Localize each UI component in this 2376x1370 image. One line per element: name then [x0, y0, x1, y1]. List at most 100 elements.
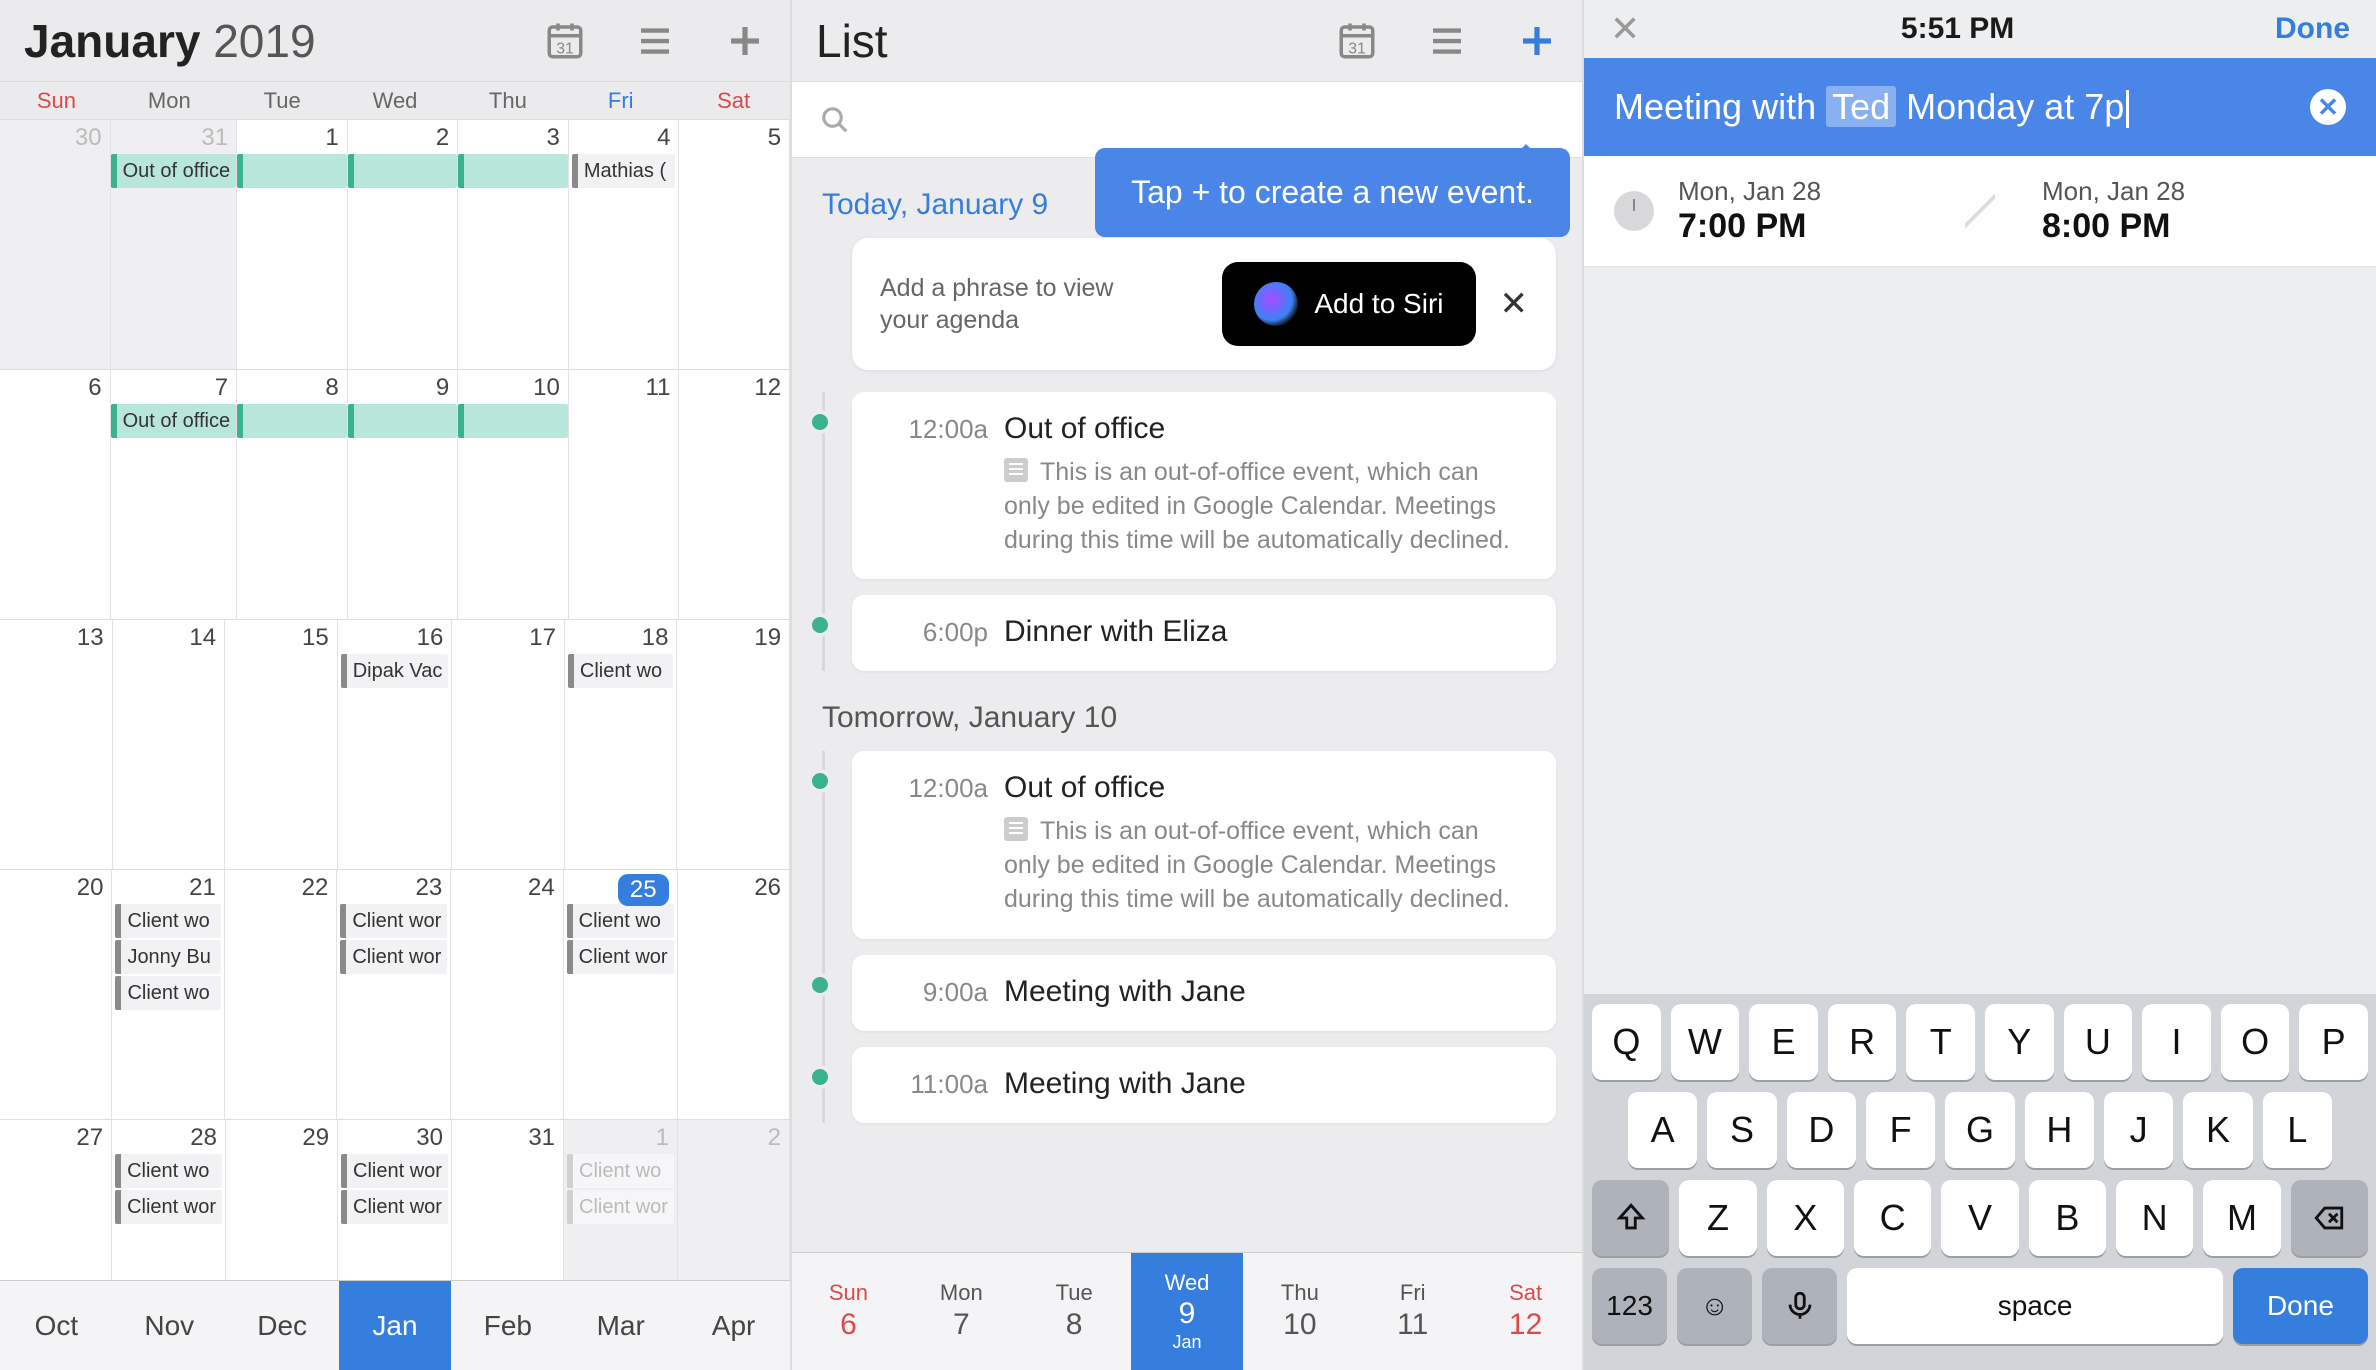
day-cell[interactable]: 16Dipak Vac	[338, 620, 453, 869]
event-chip[interactable]: Client wor	[115, 1190, 222, 1224]
event-dates[interactable]: Mon, Jan 28 7:00 PM Mon, Jan 28 8:00 PM	[1584, 156, 2376, 267]
keyboard-done-key[interactable]: Done	[2233, 1268, 2368, 1344]
weekbar-day[interactable]: Sun6	[792, 1253, 905, 1370]
space-key[interactable]: space	[1847, 1268, 2223, 1344]
weekbar-day[interactable]: Wed9Jan	[1131, 1253, 1244, 1370]
day-cell[interactable]: 1	[237, 120, 348, 369]
event-chip[interactable]: Client wo	[567, 904, 674, 938]
month-tab[interactable]: Nov	[113, 1281, 226, 1370]
backspace-key[interactable]	[2291, 1180, 2368, 1256]
day-cell[interactable]: 9	[348, 370, 459, 619]
day-cell[interactable]: 6	[0, 370, 111, 619]
day-cell[interactable]: 20	[0, 870, 112, 1119]
day-cell[interactable]: 4Mathias (	[569, 120, 680, 369]
month-tab[interactable]: Feb	[451, 1281, 564, 1370]
event-card[interactable]: 9:00a Meeting with Jane	[852, 955, 1556, 1031]
day-cell[interactable]: 21Client woJonny BuClient wo	[112, 870, 224, 1119]
key-g[interactable]: G	[1945, 1092, 2014, 1168]
menu-icon[interactable]	[634, 20, 676, 62]
month-tab[interactable]: Jan	[339, 1281, 452, 1370]
event-card[interactable]: 12:00a Out of officeThis is an out-of-of…	[852, 392, 1556, 579]
end-datetime[interactable]: Mon, Jan 28 8:00 PM	[1982, 176, 2346, 246]
event-chip[interactable]: Client wor	[567, 940, 674, 974]
key-x[interactable]: X	[1767, 1180, 1844, 1256]
emoji-key[interactable]: ☺	[1677, 1268, 1752, 1344]
start-datetime[interactable]: Mon, Jan 28 7:00 PM	[1678, 176, 1982, 246]
event-chip[interactable]: Dipak Vac	[341, 654, 449, 688]
event-card[interactable]: 12:00a Out of officeThis is an out-of-of…	[852, 751, 1556, 938]
add-to-siri-button[interactable]: Add to Siri	[1222, 262, 1475, 346]
month-bar[interactable]: OctNovDecJanFebMarApr	[0, 1280, 790, 1370]
key-l[interactable]: L	[2263, 1092, 2332, 1168]
key-f[interactable]: F	[1866, 1092, 1935, 1168]
day-cell[interactable]: 31Out of office	[111, 120, 237, 369]
key-u[interactable]: U	[2064, 1004, 2133, 1080]
add-icon[interactable]	[1516, 20, 1558, 62]
close-icon[interactable]: ✕	[1610, 8, 1640, 50]
shift-key[interactable]	[1592, 1180, 1669, 1256]
event-chip[interactable]	[237, 404, 347, 438]
event-chip[interactable]: Client wor	[340, 940, 447, 974]
day-cell[interactable]: 5	[679, 120, 790, 369]
day-cell[interactable]: 25Client woClient wor	[564, 870, 678, 1119]
month-tab[interactable]: Mar	[564, 1281, 677, 1370]
key-v[interactable]: V	[1941, 1180, 2018, 1256]
key-s[interactable]: S	[1707, 1092, 1776, 1168]
today-icon[interactable]: 31	[1336, 20, 1378, 62]
key-h[interactable]: H	[2025, 1092, 2094, 1168]
event-chip[interactable]	[458, 154, 568, 188]
month-tab[interactable]: Dec	[226, 1281, 339, 1370]
key-r[interactable]: R	[1828, 1004, 1897, 1080]
event-chip[interactable]: Client wor	[567, 1190, 674, 1224]
day-cell[interactable]: 12	[679, 370, 790, 619]
event-chip[interactable]: Client wo	[567, 1154, 674, 1188]
week-bar[interactable]: Sun6Mon7Tue8Wed9JanThu10Fri11Sat12	[792, 1252, 1582, 1370]
event-chip[interactable]	[237, 154, 347, 188]
search-input[interactable]	[792, 82, 1582, 158]
day-cell[interactable]: 7Out of office	[111, 370, 237, 619]
event-chip[interactable]	[348, 404, 458, 438]
event-chip[interactable]: Jonny Bu	[115, 940, 220, 974]
month-tab[interactable]: Oct	[0, 1281, 113, 1370]
key-m[interactable]: M	[2203, 1180, 2280, 1256]
key-n[interactable]: N	[2116, 1180, 2193, 1256]
day-cell[interactable]: 23Client worClient wor	[337, 870, 451, 1119]
weekbar-day[interactable]: Fri11	[1356, 1253, 1469, 1370]
menu-icon[interactable]	[1426, 20, 1468, 62]
day-cell[interactable]: 18Client wo	[565, 620, 678, 869]
day-cell[interactable]: 14	[113, 620, 226, 869]
day-cell[interactable]: 19	[677, 620, 790, 869]
key-b[interactable]: B	[2029, 1180, 2106, 1256]
key-z[interactable]: Z	[1679, 1180, 1756, 1256]
mic-key[interactable]	[1762, 1268, 1837, 1344]
day-cell[interactable]: 13	[0, 620, 113, 869]
day-cell[interactable]: 22	[225, 870, 337, 1119]
numbers-key[interactable]: 123	[1592, 1268, 1667, 1344]
key-c[interactable]: C	[1854, 1180, 1931, 1256]
event-chip[interactable]: Client wor	[340, 904, 447, 938]
key-p[interactable]: P	[2299, 1004, 2368, 1080]
key-k[interactable]: K	[2183, 1092, 2252, 1168]
today-icon[interactable]: 31	[544, 20, 586, 62]
keyboard[interactable]: QWERTYUIOP ASDFGHJKL ZXCVBNM 123☺spaceDo…	[1584, 994, 2376, 1370]
day-cell[interactable]: 17	[452, 620, 565, 869]
day-cell[interactable]: 30	[0, 120, 111, 369]
day-cell[interactable]: 8	[237, 370, 348, 619]
key-q[interactable]: Q	[1592, 1004, 1661, 1080]
event-chip[interactable]: Client wor	[341, 1154, 448, 1188]
event-chip[interactable]: Mathias (	[572, 154, 676, 188]
event-chip[interactable]: Client wo	[115, 1154, 222, 1188]
weekbar-day[interactable]: Sat12	[1469, 1253, 1582, 1370]
key-t[interactable]: T	[1906, 1004, 1975, 1080]
event-chip[interactable]: Out of office	[111, 404, 236, 438]
day-cell[interactable]: 15	[225, 620, 338, 869]
key-e[interactable]: E	[1749, 1004, 1818, 1080]
event-chip[interactable]	[458, 404, 568, 438]
add-icon[interactable]	[724, 20, 766, 62]
day-cell[interactable]: 10	[458, 370, 569, 619]
done-button[interactable]: Done	[2275, 12, 2350, 46]
close-icon[interactable]: ✕	[1500, 284, 1529, 324]
day-cell[interactable]: 26	[678, 870, 790, 1119]
day-cell[interactable]: 2	[348, 120, 459, 369]
weekbar-day[interactable]: Mon7	[905, 1253, 1018, 1370]
